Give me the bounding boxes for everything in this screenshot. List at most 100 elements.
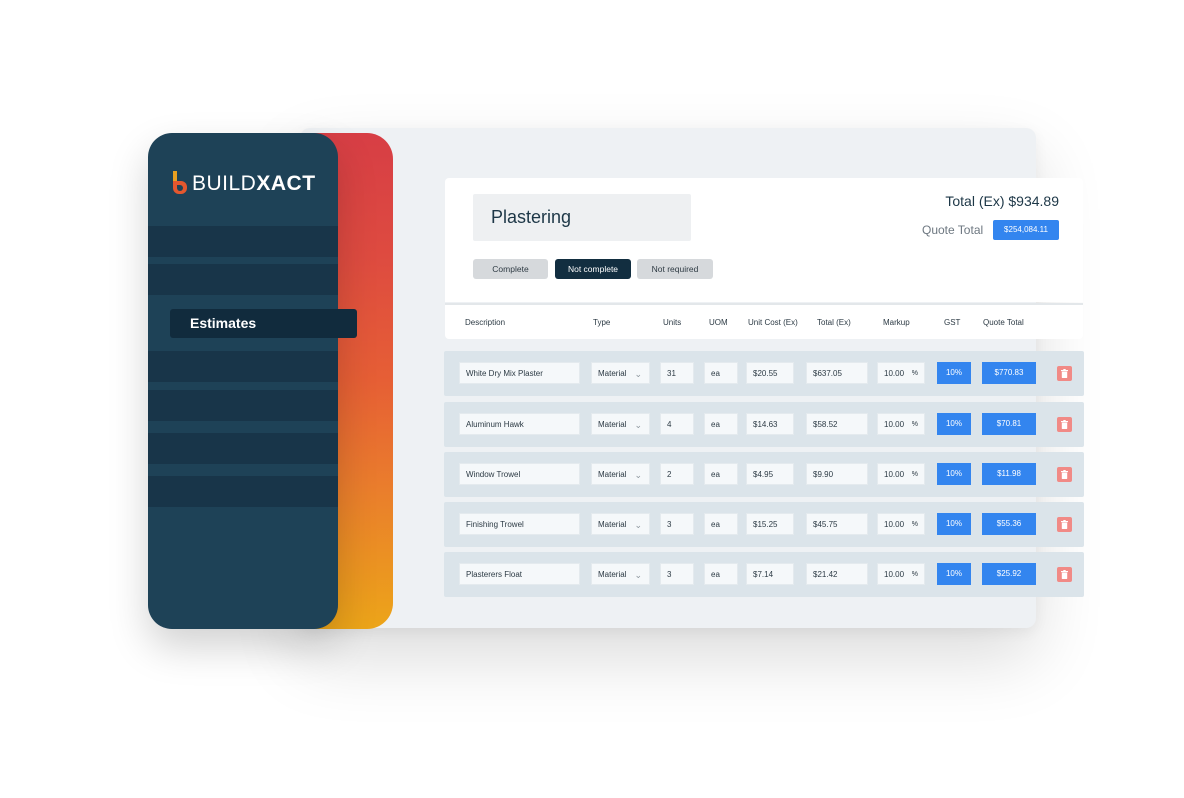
markup-value: 10.00	[884, 520, 905, 529]
markup-value: 10.00	[884, 570, 905, 579]
gst-button[interactable]: 10%	[937, 413, 971, 435]
type-select-value: Material	[598, 420, 627, 429]
description-input[interactable]: Aluminum Hawk	[459, 413, 580, 435]
markup-input[interactable]: 10.00%	[877, 362, 925, 384]
sidebar-nav-item-4[interactable]	[148, 390, 338, 421]
logo-text-build: BUILD	[192, 171, 257, 195]
markup-value: 10.00	[884, 470, 905, 479]
not-complete-button[interactable]: Not complete	[555, 259, 631, 279]
trash-icon	[1061, 470, 1068, 479]
percent-suffix: %	[911, 571, 918, 578]
percent-suffix: %	[911, 421, 918, 428]
type-select-value: Material	[598, 520, 627, 529]
delete-row-button[interactable]	[1057, 567, 1072, 582]
logo-wordmark: BUILDXACT	[192, 173, 316, 194]
sidebar-nav-item-3[interactable]	[148, 351, 338, 382]
unit-cost-input[interactable]: $4.95	[746, 463, 794, 485]
table-header: Description Type Units UOM Unit Cost (Ex…	[445, 303, 1083, 339]
gst-button[interactable]: 10%	[937, 513, 971, 535]
uom-input[interactable]: ea	[704, 463, 738, 485]
quote-total-badge: $254,084.11	[993, 220, 1059, 240]
type-select[interactable]: Material ⌄	[591, 362, 650, 384]
gst-button[interactable]: 10%	[937, 563, 971, 585]
description-input[interactable]: Plasterers Float	[459, 563, 580, 585]
gst-button[interactable]: 10%	[937, 463, 971, 485]
quote-total-field: $770.83	[982, 362, 1036, 384]
col-total: Total (Ex)	[817, 318, 851, 327]
col-uom: UOM	[709, 318, 728, 327]
percent-suffix: %	[911, 521, 918, 528]
unit-cost-input[interactable]: $14.63	[746, 413, 794, 435]
delete-row-button[interactable]	[1057, 366, 1072, 381]
col-markup: Markup	[883, 318, 910, 327]
type-select-value: Material	[598, 369, 627, 378]
percent-suffix: %	[911, 471, 918, 478]
delete-row-button[interactable]	[1057, 417, 1072, 432]
markup-value: 10.00	[884, 420, 905, 429]
sidebar-nav-item-2[interactable]	[148, 264, 338, 295]
table-row: Plasterers Float Material ⌄ 3 ea $7.14 $2…	[444, 552, 1084, 597]
type-select[interactable]: Material ⌄	[591, 463, 650, 485]
units-input[interactable]: 2	[660, 463, 694, 485]
trash-icon	[1061, 570, 1068, 579]
buildxact-logo-icon	[173, 171, 187, 194]
markup-input[interactable]: 10.00%	[877, 463, 925, 485]
type-select[interactable]: Material ⌄	[591, 413, 650, 435]
trash-icon	[1061, 420, 1068, 429]
units-input[interactable]: 4	[660, 413, 694, 435]
sidebar-nav-item-6[interactable]	[148, 476, 338, 507]
sidebar-nav-item-5[interactable]	[148, 433, 338, 464]
type-select-value: Material	[598, 470, 627, 479]
col-unit-cost: Unit Cost (Ex)	[748, 318, 798, 327]
delete-row-button[interactable]	[1057, 467, 1072, 482]
complete-button[interactable]: Complete	[473, 259, 548, 279]
unit-cost-input[interactable]: $20.55	[746, 362, 794, 384]
uom-input[interactable]: ea	[704, 513, 738, 535]
total-ex-field: $9.90	[806, 463, 868, 485]
unit-cost-input[interactable]: $15.25	[746, 513, 794, 535]
markup-input[interactable]: 10.00%	[877, 563, 925, 585]
percent-suffix: %	[911, 370, 918, 377]
total-ex-field: $58.52	[806, 413, 868, 435]
description-input[interactable]: Window Trowel	[459, 463, 580, 485]
type-select[interactable]: Material ⌄	[591, 513, 650, 535]
units-input[interactable]: 31	[660, 362, 694, 384]
description-input[interactable]: White Dry Mix Plaster	[459, 362, 580, 384]
description-input[interactable]: Finishing Trowel	[459, 513, 580, 535]
sidebar-nav-item-1[interactable]	[148, 226, 338, 257]
uom-input[interactable]: ea	[704, 362, 738, 384]
chevron-down-icon: ⌄	[634, 470, 642, 480]
unit-cost-input[interactable]: $7.14	[746, 563, 794, 585]
chevron-down-icon: ⌄	[634, 570, 642, 580]
trash-icon	[1061, 520, 1068, 529]
col-units: Units	[663, 318, 682, 327]
chevron-down-icon: ⌄	[634, 369, 642, 379]
sidebar-item-estimates[interactable]: Estimates	[170, 309, 357, 338]
uom-input[interactable]: ea	[704, 413, 738, 435]
total-ex-field: $21.42	[806, 563, 868, 585]
gst-button[interactable]: 10%	[937, 362, 971, 384]
buildxact-logo: BUILDXACT	[170, 169, 316, 197]
chevron-down-icon: ⌄	[634, 520, 642, 530]
delete-row-button[interactable]	[1057, 517, 1072, 532]
total-ex-field: $45.75	[806, 513, 868, 535]
quote-total-field: $25.92	[982, 563, 1036, 585]
logo-text-xact: XACT	[256, 171, 316, 195]
col-quote-total: Quote Total	[983, 318, 1024, 327]
table-row: Finishing Trowel Material ⌄ 3 ea $15.25 $…	[444, 502, 1084, 547]
markup-input[interactable]: 10.00%	[877, 513, 925, 535]
trash-icon	[1061, 369, 1068, 378]
estimate-title-input[interactable]: Plastering	[473, 194, 691, 241]
chevron-down-icon: ⌄	[634, 420, 642, 430]
total-ex-field: $637.05	[806, 362, 868, 384]
not-required-button[interactable]: Not required	[637, 259, 713, 279]
markup-input[interactable]: 10.00%	[877, 413, 925, 435]
type-select[interactable]: Material ⌄	[591, 563, 650, 585]
table-row: Window Trowel Material ⌄ 2 ea $4.95 $9.90…	[444, 452, 1084, 497]
units-input[interactable]: 3	[660, 513, 694, 535]
table-row: White Dry Mix Plaster Material ⌄ 31 ea $2…	[444, 351, 1084, 396]
col-description: Description	[465, 318, 506, 327]
estimate-header: Plastering Complete Not complete Not req…	[445, 178, 1083, 302]
uom-input[interactable]: ea	[704, 563, 738, 585]
units-input[interactable]: 3	[660, 563, 694, 585]
